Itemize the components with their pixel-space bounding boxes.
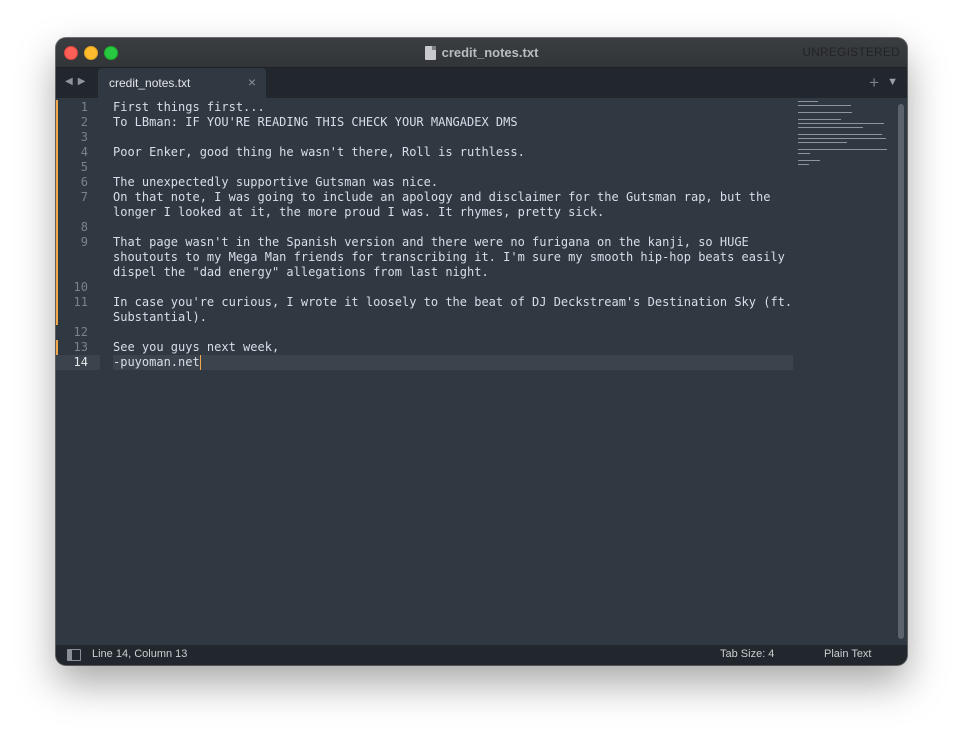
tab-menu-icon[interactable]: ▼: [887, 76, 898, 88]
text-line-content: That page wasn't in the Spanish version …: [113, 235, 749, 249]
cursor-position[interactable]: Line 14, Column 13: [92, 648, 187, 660]
text-line-content: In case you're curious, I wrote it loose…: [113, 295, 793, 309]
new-tab-icon[interactable]: +: [869, 73, 879, 93]
minimap-line: [798, 115, 890, 118]
minimap-line: [798, 101, 890, 104]
line-number: 5: [56, 160, 100, 175]
minimap-line: [798, 164, 890, 167]
line-number: 8: [56, 220, 100, 235]
line-number: 3: [56, 130, 100, 145]
line-number: [56, 250, 100, 265]
text-line[interactable]: In case you're curious, I wrote it loose…: [113, 295, 793, 310]
line-number: 9: [56, 235, 100, 250]
text-buffer[interactable]: First things first... To LBman: IF YOU'RE…: [113, 100, 793, 370]
tab-back-icon[interactable]: ◀: [65, 76, 73, 87]
minimap-line: [798, 138, 890, 141]
text-line[interactable]: [113, 130, 793, 145]
text-line[interactable]: shoutouts to my Mega Man friends for tra…: [113, 250, 793, 265]
line-number: 4: [56, 145, 100, 160]
line-number: 6: [56, 175, 100, 190]
text-caret: [199, 355, 202, 370]
minimap-line: [798, 130, 890, 133]
text-line-content: To LBman: IF YOU'RE READING THIS CHECK Y…: [113, 115, 518, 129]
text-line[interactable]: To LBman: IF YOU'RE READING THIS CHECK Y…: [113, 115, 793, 130]
text-line[interactable]: Substantial).: [113, 310, 793, 325]
unregistered-label: UNREGISTERED: [802, 45, 900, 59]
text-line[interactable]: -puyoman.net: [113, 355, 793, 370]
text-line-content: Substantial).: [113, 310, 207, 324]
side-panel-toggle-icon[interactable]: [67, 649, 81, 661]
line-number: 2: [56, 115, 100, 130]
tab-forward-icon[interactable]: ▶: [78, 76, 86, 87]
text-line[interactable]: [113, 160, 793, 175]
minimap-line: [798, 119, 890, 122]
line-number: [56, 265, 100, 280]
status-bar: Line 14, Column 13 Tab Size: 4 Plain Tex…: [56, 645, 907, 665]
text-line-content: dispel the "dad energy" allegations from…: [113, 265, 489, 279]
text-line-content: First things first...: [113, 100, 265, 114]
vertical-scrollbar[interactable]: [898, 104, 904, 639]
window-title-group: credit_notes.txt: [56, 38, 907, 67]
minimap-line: [798, 160, 890, 163]
title-bar: credit_notes.txt UNREGISTERED: [56, 38, 907, 68]
tab-bar: ◀ ▶ credit_notes.txt × + ▼: [56, 68, 907, 98]
tab-label: credit_notes.txt: [109, 76, 191, 90]
line-number: 11: [56, 295, 100, 310]
text-line[interactable]: Poor Enker, good thing he wasn't there, …: [113, 145, 793, 160]
text-line[interactable]: dispel the "dad energy" allegations from…: [113, 265, 793, 280]
text-line[interactable]: [113, 325, 793, 340]
line-number: 7: [56, 190, 100, 205]
minimap[interactable]: [798, 100, 890, 165]
text-line[interactable]: See you guys next week,: [113, 340, 793, 355]
minimap-line: [798, 145, 890, 148]
syntax-selector[interactable]: Plain Text: [824, 648, 872, 660]
text-line-content: See you guys next week,: [113, 340, 280, 354]
minimap-line: [798, 149, 890, 152]
tab-close-icon[interactable]: ×: [248, 75, 256, 89]
text-line-content: On that note, I was going to include an …: [113, 190, 771, 204]
window-title: credit_notes.txt: [441, 45, 539, 60]
minimap-line: [798, 108, 890, 111]
editor-area[interactable]: 1 2 3 4 5 6 7 8 9 10 11 12 13 14 First things first..…: [56, 98, 907, 645]
text-line[interactable]: First things first...: [113, 100, 793, 115]
minimap-line: [798, 123, 890, 126]
text-line[interactable]: [113, 280, 793, 295]
text-line-content: Poor Enker, good thing he wasn't there, …: [113, 145, 525, 159]
tab-navigation: ◀ ▶: [65, 76, 85, 87]
line-number: 13: [56, 340, 100, 355]
text-line-content: shoutouts to my Mega Man friends for tra…: [113, 250, 785, 264]
line-number: 12: [73, 325, 88, 339]
editor-window: credit_notes.txt UNREGISTERED ◀ ▶ credit…: [56, 38, 907, 665]
tab-size-selector[interactable]: Tab Size: 4: [720, 648, 774, 660]
line-number: 1: [56, 100, 100, 115]
line-number: [56, 205, 100, 220]
minimap-line: [798, 156, 890, 159]
tab-credit-notes[interactable]: credit_notes.txt ×: [98, 68, 266, 98]
text-line[interactable]: That page wasn't in the Spanish version …: [113, 235, 793, 250]
line-number: 10: [56, 280, 100, 295]
text-line-content: longer I looked at it, the more proud I …: [113, 205, 605, 219]
text-line[interactable]: longer I looked at it, the more proud I …: [113, 205, 793, 220]
line-number-gutter: 1 2 3 4 5 6 7 8 9 10 11 12 13 14: [56, 100, 100, 370]
text-line[interactable]: The unexpectedly supportive Gutsman was …: [113, 175, 793, 190]
text-line[interactable]: [113, 220, 793, 235]
text-line-content: -puyoman.net: [113, 355, 200, 369]
line-number: [56, 310, 100, 325]
document-icon: [424, 45, 436, 60]
line-number: 14: [56, 355, 100, 370]
text-line-content: The unexpectedly supportive Gutsman was …: [113, 175, 439, 189]
text-line[interactable]: On that note, I was going to include an …: [113, 190, 793, 205]
minimap-line: [798, 134, 890, 137]
